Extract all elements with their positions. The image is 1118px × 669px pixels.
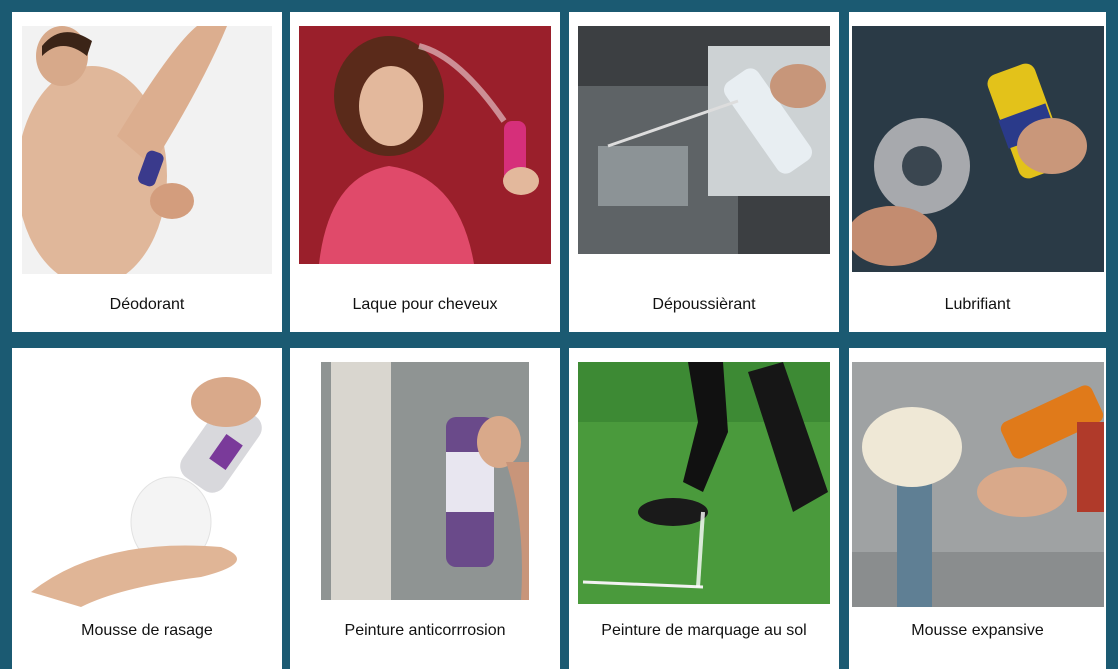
deodorant-photo [12,26,282,274]
item-label: Peinture de marquage au sol [601,622,807,639]
item-label: Dépoussièrant [652,296,756,313]
air-duster-photo [569,26,839,274]
item-label: Mousse expansive [911,622,1044,639]
item-label: Peinture anticorrrosion [344,622,506,639]
card-air-duster: Dépoussièrant [569,12,839,332]
item-label: Lubrifiant [944,296,1011,313]
card-field-marking-paint: Peinture de marquage au sol [569,348,839,669]
card-anticorrosion-paint: Peinture anticorrrosion [290,348,560,669]
card-shaving-foam: Mousse de rasage [12,348,282,669]
aerosol-products-grid: Déodorant Laque pour cheveux Dépoussièra… [0,0,1118,669]
shaving-foam-photo [12,362,282,610]
expanding-foam-photo [849,362,1106,610]
card-expanding-foam: Mousse expansive [849,348,1106,669]
item-label: Mousse de rasage [81,622,213,639]
hairspray-photo [290,26,560,274]
card-hairspray: Laque pour cheveux [290,12,560,332]
field-marking-paint-photo [569,362,839,610]
card-lubricant: Lubrifiant [849,12,1106,332]
anticorrosion-paint-photo [290,362,560,610]
card-deodorant: Déodorant [12,12,282,332]
lubricant-photo [849,26,1106,274]
item-label: Laque pour cheveux [352,296,498,313]
item-label: Déodorant [109,296,185,313]
